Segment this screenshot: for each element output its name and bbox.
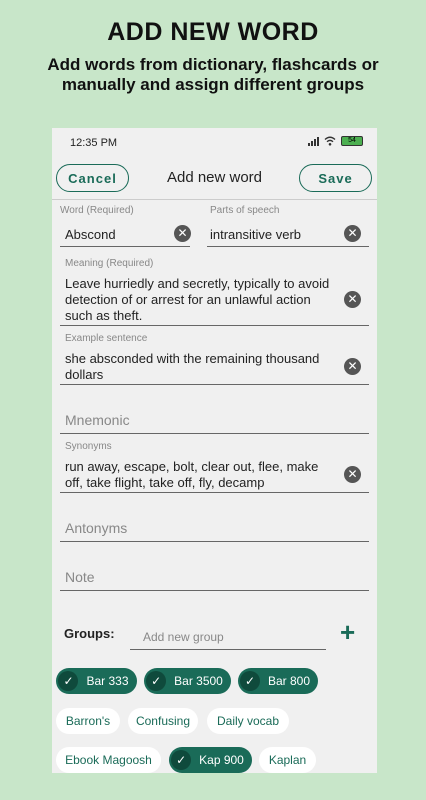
phone-screen: 12:35 PM 54 Cancel Add new word Save Wor… [52, 128, 377, 773]
antonyms-field[interactable]: Antonyms [60, 506, 369, 542]
check-icon: ✓ [239, 671, 260, 691]
group-chip-kap-900[interactable]: ✓ Kap 900 [169, 747, 252, 773]
groups-row: Groups: Add new group + [64, 618, 364, 650]
add-group-input[interactable]: Add new group [130, 618, 326, 650]
group-chip-barrons[interactable]: Barron's [56, 708, 120, 734]
word-underline [60, 246, 190, 247]
check-icon: ✓ [146, 671, 167, 691]
check-icon: ✓ [58, 671, 79, 691]
signal-icon [308, 136, 319, 146]
synonyms-field[interactable]: Synonyms run away, escape, bolt, clear o… [60, 441, 369, 493]
clear-word-icon[interactable]: ✕ [174, 225, 191, 242]
antonyms-underline [60, 541, 369, 542]
group-chip-bar-333[interactable]: ✓ Bar 333 [56, 668, 137, 694]
parts-of-speech-field[interactable]: Parts of speech intransitive verb ✕ [207, 205, 369, 247]
meaning-field[interactable]: Meaning (Required) Leave hurriedly and s… [60, 258, 369, 326]
parts-of-speech-value: intransitive verb [210, 227, 302, 242]
group-chip-ebook-magoosh[interactable]: Ebook Magoosh [56, 747, 161, 773]
mnemonic-field[interactable]: Mnemonic [60, 398, 369, 434]
antonyms-placeholder: Antonyms [65, 520, 128, 536]
add-group-placeholder: Add new group [143, 630, 224, 644]
check-icon: ✓ [171, 750, 192, 770]
app-bar: Cancel Add new word Save [52, 164, 377, 194]
note-placeholder: Note [65, 569, 95, 585]
example-value: she absconded with the remaining thousan… [65, 351, 320, 382]
group-chip-label: Bar 3500 [174, 674, 223, 688]
group-chip-label: Kap 900 [199, 753, 244, 767]
group-chip-label: Barron's [65, 714, 111, 728]
promo-subtitle: Add words from dictionary, flashcards or… [47, 55, 379, 94]
group-chip-label: Daily vocab [216, 714, 280, 728]
group-chip-daily-vocab[interactable]: Daily vocab [207, 708, 289, 734]
status-time: 12:35 PM [70, 137, 118, 149]
add-group-plus-icon[interactable]: + [340, 619, 355, 645]
meaning-value: Leave hurriedly and secretly, typically … [65, 276, 330, 323]
wifi-icon [324, 136, 336, 146]
group-chip-label: Bar 333 [86, 674, 129, 688]
clear-example-icon[interactable]: ✕ [344, 358, 361, 375]
example-field[interactable]: Example sentence she absconded with the … [60, 333, 369, 385]
group-chip-label: Bar 800 [267, 674, 311, 688]
meaning-label: Meaning (Required) [65, 258, 154, 269]
synonyms-underline [60, 492, 369, 493]
clear-parts-of-speech-icon[interactable]: ✕ [344, 225, 361, 242]
group-chip-label: Ebook Magoosh [65, 753, 152, 767]
clear-meaning-icon[interactable]: ✕ [344, 291, 361, 308]
app-bar-divider [52, 199, 377, 200]
status-bar: 12:35 PM 54 [52, 128, 377, 158]
add-group-underline [130, 649, 326, 650]
group-chip-kaplan[interactable]: Kaplan [259, 747, 316, 773]
battery-icon: 54 [341, 136, 363, 146]
group-chip-bar-800[interactable]: ✓ Bar 800 [238, 668, 318, 694]
note-underline [60, 590, 369, 591]
mnemonic-underline [60, 433, 369, 434]
status-icons: 54 [308, 136, 363, 146]
save-button[interactable]: Save [299, 164, 372, 192]
meaning-underline [60, 325, 369, 326]
groups-label: Groups: [64, 626, 115, 641]
clear-synonyms-icon[interactable]: ✕ [344, 466, 361, 483]
note-field[interactable]: Note [60, 555, 369, 591]
mnemonic-placeholder: Mnemonic [65, 412, 130, 428]
promo-title: ADD NEW WORD [107, 18, 319, 46]
synonyms-value: run away, escape, bolt, clear out, flee,… [65, 459, 319, 490]
group-chip-bar-3500[interactable]: ✓ Bar 3500 [144, 668, 231, 694]
parts-of-speech-underline [207, 246, 369, 247]
word-field[interactable]: Word (Required) Abscond ✕ [60, 205, 191, 247]
group-chip-label: Confusing [135, 714, 191, 728]
example-underline [60, 384, 369, 385]
group-chip-confusing[interactable]: Confusing [128, 708, 198, 734]
example-label: Example sentence [65, 333, 148, 344]
parts-of-speech-label: Parts of speech [210, 205, 280, 216]
word-label: Word (Required) [60, 205, 134, 216]
group-chip-label: Kaplan [268, 753, 307, 767]
word-value: Abscond [65, 227, 116, 242]
synonyms-label: Synonyms [65, 441, 112, 452]
